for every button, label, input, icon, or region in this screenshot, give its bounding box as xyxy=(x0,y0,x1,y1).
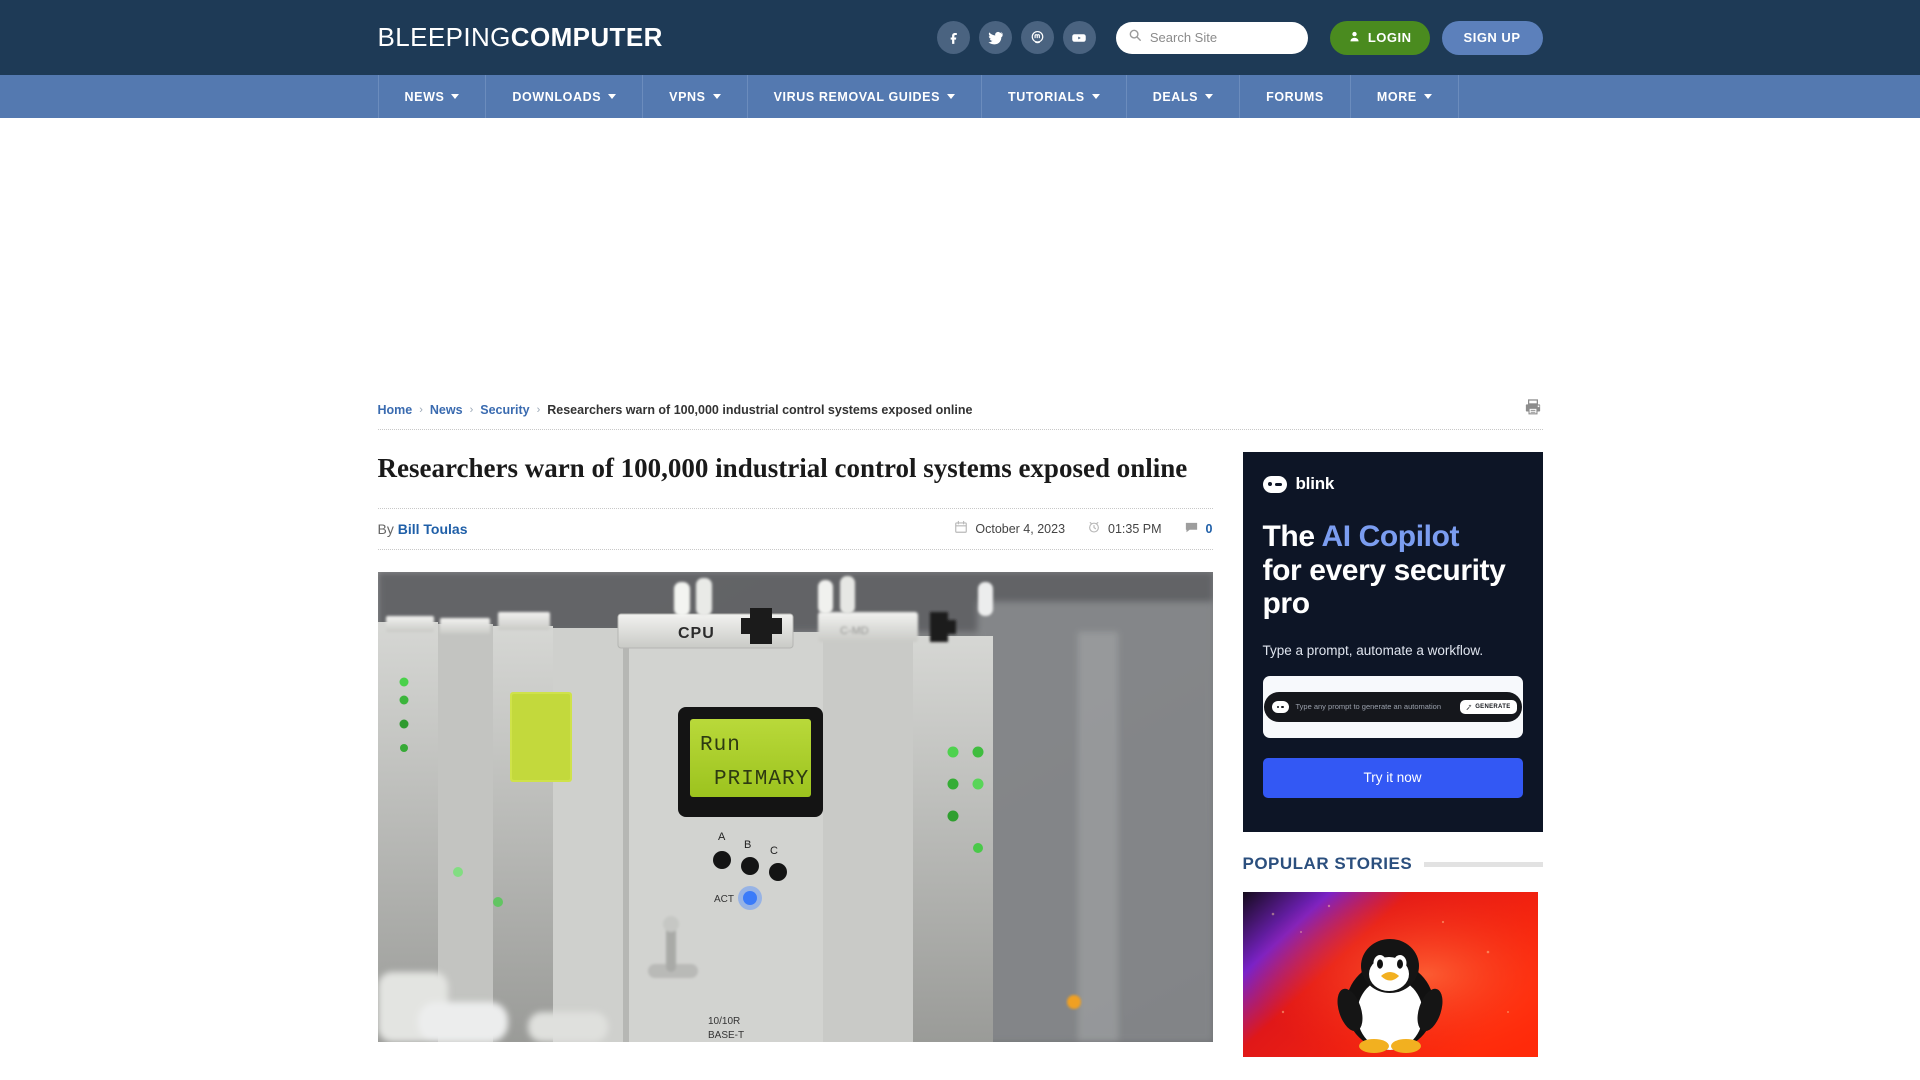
breadcrumb: Home › News › Security › Researchers war… xyxy=(377,390,1543,430)
comment-icon xyxy=(1184,520,1199,538)
breadcrumb-item-security[interactable]: Security xyxy=(480,403,529,417)
publish-date: October 4, 2023 xyxy=(954,520,1065,537)
login-button[interactable]: LOGIN xyxy=(1329,20,1430,55)
author-link[interactable]: Bill Toulas xyxy=(398,521,468,537)
blink-brand-name: blink xyxy=(1295,474,1335,493)
publish-date-text: October 4, 2023 xyxy=(975,521,1066,536)
byline: By Bill Toulas xyxy=(378,521,468,537)
chevron-down-icon xyxy=(1423,94,1432,99)
chevron-down-icon xyxy=(947,94,956,99)
blink-brand: blink xyxy=(1262,474,1523,494)
article-meta: By Bill Toulas October 4, 2023 01:35 PM … xyxy=(377,507,1213,550)
site-logo[interactable]: BLEEPINGCOMPUTER xyxy=(378,22,663,53)
printer-icon[interactable] xyxy=(1523,398,1543,422)
search-input[interactable] xyxy=(1149,30,1296,45)
nav-label: FORUMS xyxy=(1266,89,1324,104)
svg-text:ACT: ACT xyxy=(714,894,734,905)
nav-item-vpns[interactable]: VPNS xyxy=(643,75,748,118)
article-main-column: Researchers warn of 100,000 industrial c… xyxy=(377,452,1213,1057)
generate-label: GENERATE xyxy=(1475,703,1511,710)
byline-prefix: By xyxy=(377,520,394,537)
nav-item-virus-removal-guides[interactable]: VIRUS REMOVAL GUIDES xyxy=(748,75,983,118)
chevron-right-icon: › xyxy=(469,403,474,416)
nav-item-more[interactable]: MORE xyxy=(1351,75,1459,118)
login-label: LOGIN xyxy=(1367,30,1412,45)
comment-count[interactable]: 0 xyxy=(1184,520,1213,538)
breadcrumb-item-news[interactable]: News xyxy=(430,403,463,417)
search-container[interactable] xyxy=(1115,21,1308,54)
svg-text:10/10R: 10/10R xyxy=(708,1016,740,1027)
popular-stories-title: POPULAR STORIES xyxy=(1242,854,1413,873)
main-navigation: NEWS DOWNLOADS VPNS VIRUS REMOVAL GUIDES… xyxy=(0,75,1920,118)
section-divider xyxy=(1424,861,1543,867)
nav-item-deals[interactable]: DEALS xyxy=(1127,75,1241,118)
facebook-icon[interactable] xyxy=(936,21,970,54)
top-advertisement-slot xyxy=(0,118,1920,390)
signup-label: SIGN UP xyxy=(1463,30,1521,45)
svg-text:C: C xyxy=(770,845,778,857)
comment-count-value: 0 xyxy=(1205,521,1213,536)
nav-label: TUTORIALS xyxy=(1008,89,1085,104)
publish-time-text: 01:35 PM xyxy=(1108,521,1162,536)
ad-headline-part2: for every security pro xyxy=(1262,553,1506,621)
nav-label: NEWS xyxy=(404,89,445,104)
chevron-down-icon xyxy=(1205,94,1214,99)
svg-text:CPU: CPU xyxy=(678,625,715,642)
breadcrumb-item-current: Researchers warn of 100,000 industrial c… xyxy=(547,402,973,417)
site-header: BLEEPINGCOMPUTER Search Site LOGIN SIGN … xyxy=(0,0,1920,75)
chevron-down-icon xyxy=(608,94,617,99)
wand-icon xyxy=(1466,704,1472,710)
svg-text:PRIMARY: PRIMARY xyxy=(714,768,809,791)
logo-text-primary: BLEEPING xyxy=(377,22,511,52)
chevron-right-icon: › xyxy=(536,403,541,416)
nav-item-downloads[interactable]: DOWNLOADS xyxy=(486,75,644,118)
chevron-down-icon xyxy=(451,94,460,99)
mastodon-icon[interactable] xyxy=(1020,21,1054,54)
signup-button[interactable]: SIGN UP xyxy=(1441,20,1543,55)
calendar-icon xyxy=(954,520,968,537)
social-links xyxy=(936,21,1096,54)
ad-subtext: Type a prompt, automate a workflow. xyxy=(1262,642,1484,658)
publish-time: 01:35 PM xyxy=(1087,520,1162,537)
article-hero-image: CPU Run PRIMARY A B C ACT 10/10R BASE-T … xyxy=(377,571,1213,1042)
svg-text:C-MD: C-MD xyxy=(840,625,869,637)
nav-label: VPNS xyxy=(669,89,706,104)
svg-text:Run: Run xyxy=(700,734,741,757)
nav-item-forums[interactable]: FORUMS xyxy=(1240,75,1351,118)
user-icon xyxy=(1348,30,1361,46)
twitter-icon[interactable] xyxy=(978,21,1012,54)
cta-label: Try it now xyxy=(1363,770,1422,786)
breadcrumb-item-home[interactable]: Home xyxy=(378,403,413,417)
blink-bot-icon-small xyxy=(1271,700,1289,713)
logo-text-secondary: COMPUTER xyxy=(510,22,663,52)
popular-stories-section: POPULAR STORIES xyxy=(1242,854,1543,1057)
svg-text:BASE-T: BASE-T xyxy=(708,1030,744,1041)
nav-label: DOWNLOADS xyxy=(512,89,602,104)
nav-item-news[interactable]: NEWS xyxy=(377,75,487,118)
blink-bot-icon xyxy=(1262,475,1287,493)
ad-headline-part1: The xyxy=(1262,520,1322,553)
page-title: Researchers warn of 100,000 industrial c… xyxy=(377,453,1188,483)
svg-text:A: A xyxy=(718,831,726,843)
ad-headline: The AI Copilot for every security pro xyxy=(1263,520,1523,621)
chevron-down-icon xyxy=(712,94,721,99)
popular-story-thumbnail[interactable] xyxy=(1242,892,1538,1057)
alarm-clock-icon xyxy=(1087,520,1101,537)
nav-label: VIRUS REMOVAL GUIDES xyxy=(773,89,941,104)
try-it-now-button[interactable]: Try it now xyxy=(1262,757,1523,798)
ad-prompt-preview: Type any prompt to generate an automatio… xyxy=(1262,675,1523,738)
chevron-right-icon: › xyxy=(419,403,423,416)
nav-label: DEALS xyxy=(1152,89,1199,104)
nav-label: MORE xyxy=(1376,89,1417,104)
nav-item-tutorials[interactable]: TUTORIALS xyxy=(982,75,1127,118)
ad-headline-accent: AI Copilot xyxy=(1321,520,1460,553)
prompt-placeholder-text: Type any prompt to generate an automatio… xyxy=(1295,702,1442,712)
generate-button[interactable]: GENERATE xyxy=(1460,699,1517,714)
chevron-down-icon xyxy=(1091,94,1100,99)
svg-text:B: B xyxy=(744,839,751,851)
sidebar: blink The AI Copilot for every security p… xyxy=(1242,452,1543,1057)
sidebar-advertisement-blink[interactable]: blink The AI Copilot for every security p… xyxy=(1242,452,1543,832)
youtube-icon[interactable] xyxy=(1062,21,1096,54)
search-icon xyxy=(1128,28,1142,47)
